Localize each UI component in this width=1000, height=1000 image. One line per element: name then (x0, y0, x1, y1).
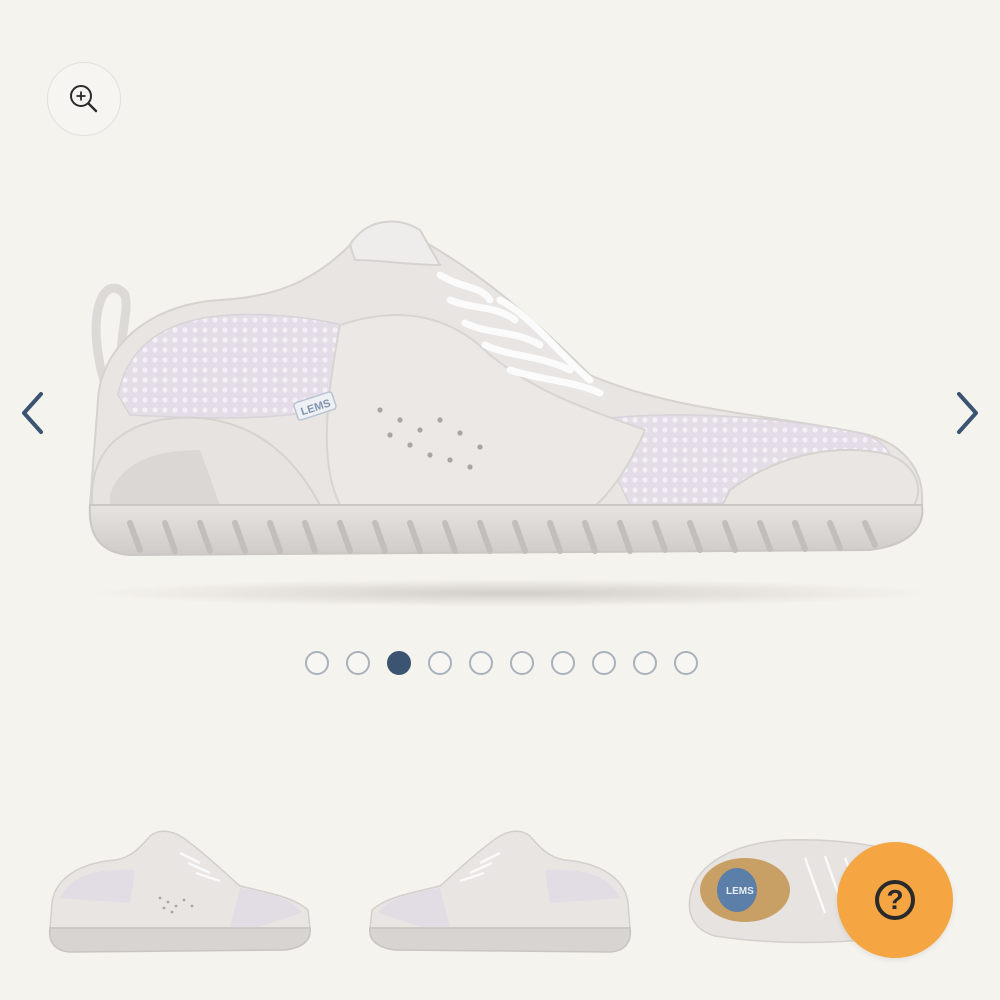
carousel-dot[interactable] (469, 651, 493, 675)
carousel-dot[interactable] (592, 651, 616, 675)
zoom-button[interactable] (47, 62, 121, 136)
carousel-dots (305, 651, 698, 675)
carousel-dot[interactable] (633, 651, 657, 675)
thumbnail-1[interactable] (40, 818, 320, 968)
carousel-dot[interactable] (428, 651, 452, 675)
previous-image-button[interactable] (12, 388, 52, 438)
carousel-dot[interactable] (551, 651, 575, 675)
thumbnail-image (369, 830, 632, 953)
zoom-in-icon (70, 85, 98, 113)
thumbnail-image (48, 830, 311, 953)
carousel-dot[interactable] (510, 651, 534, 675)
product-image-gallery: LEMS (0, 0, 1000, 760)
chevron-left-icon (22, 392, 43, 434)
thumbnail-2[interactable] (360, 818, 640, 968)
carousel-dot-active[interactable] (387, 651, 411, 675)
carousel-dot[interactable] (305, 651, 329, 675)
main-product-image: LEMS (88, 220, 930, 607)
help-icon: ? (875, 880, 915, 920)
help-button[interactable]: ? (837, 842, 953, 958)
chevron-right-icon (957, 392, 978, 434)
help-label: ? (886, 884, 904, 915)
carousel-dot[interactable] (346, 651, 370, 675)
svg-text:LEMS: LEMS (726, 886, 754, 897)
carousel-dot[interactable] (674, 651, 698, 675)
next-image-button[interactable] (948, 388, 988, 438)
